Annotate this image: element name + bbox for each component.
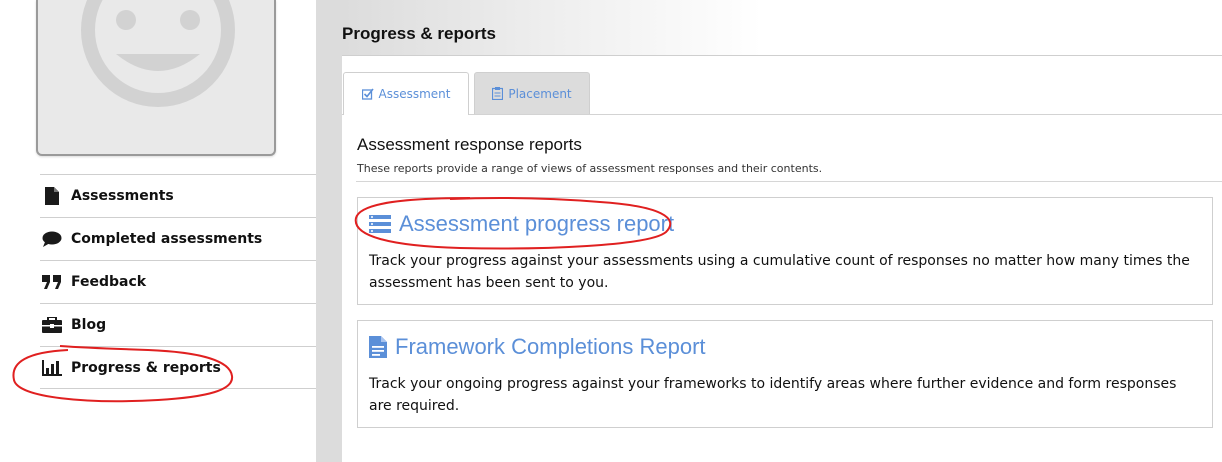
sidebar-nav: Assessments Completed assessments Feedba… [40,174,316,389]
sidebar-item-label: Assessments [71,188,174,204]
sidebar-item-blog[interactable]: Blog [40,303,316,346]
page-header: Progress & reports [342,0,1222,56]
smiley-placeholder-icon [81,0,235,107]
document-icon [369,336,387,358]
assessment-progress-report-link[interactable]: Assessment progress report [369,211,674,237]
framework-completions-report-link[interactable]: Framework Completions Report [369,334,706,360]
report-description: Track your ongoing progress against your… [369,376,1177,414]
section-title: Assessment response reports [357,135,582,154]
sidebar-item-label: Completed assessments [71,231,263,247]
speech-bubble-icon [42,230,62,248]
section-description: These reports provide a range of views o… [357,162,823,175]
sidebar-item-label: Blog [71,317,107,333]
report-title: Assessment progress report [399,211,675,236]
tab-label: Assessment [378,87,451,101]
sidebar-item-completed-assessments[interactable]: Completed assessments [40,217,316,260]
bar-chart-icon [42,359,62,377]
report-card-framework-completions: Framework Completions Report Track your … [357,320,1213,428]
section-divider [356,181,1222,182]
main-content: Progress & reports Assessment Placement … [342,0,1222,462]
checkbox-icon [361,88,374,100]
report-description: Track your progress against your assessm… [369,253,1190,291]
sidebar-item-label: Progress & reports [71,359,221,376]
page-title: Progress & reports [342,24,496,43]
profile-avatar[interactable] [36,0,276,156]
clipboard-icon [492,87,504,100]
tab-assessment[interactable]: Assessment [343,72,469,115]
tab-placement[interactable]: Placement [474,72,590,114]
sidebar-item-progress-reports[interactable]: Progress & reports [40,346,316,389]
report-title: Framework Completions Report [395,334,706,359]
tab-bar: Assessment Placement [342,72,1222,115]
tab-label: Placement [508,86,572,101]
list-icon [369,215,391,233]
file-icon [42,187,62,205]
sidebar-item-label: Feedback [71,274,147,290]
column-divider [316,0,342,462]
report-card-assessment-progress: Assessment progress report Track your pr… [357,197,1213,305]
briefcase-icon [42,316,62,334]
sidebar-item-assessments[interactable]: Assessments [40,174,316,217]
quote-icon [42,273,62,291]
sidebar-item-feedback[interactable]: Feedback [40,260,316,303]
